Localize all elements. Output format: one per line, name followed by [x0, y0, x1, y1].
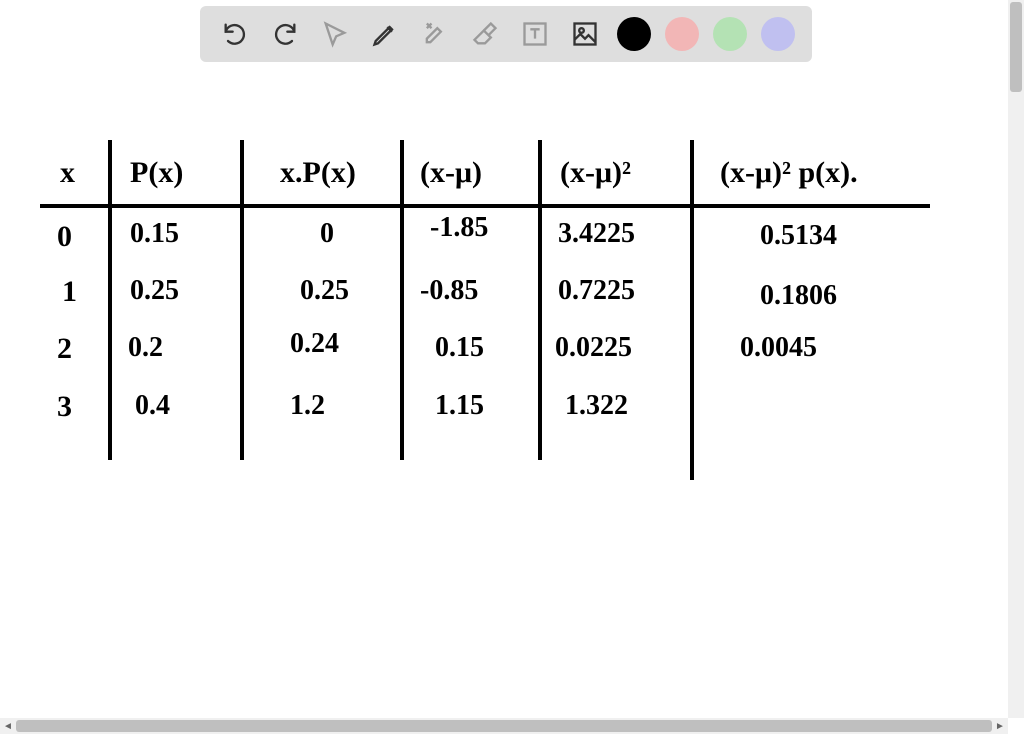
ink-canvas[interactable]: x P(x) x.P(x) (x-μ) (x-μ)² (x-μ)² p(x). … — [0, 70, 1008, 718]
scroll-left-arrow-icon[interactable]: ◄ — [0, 718, 16, 734]
cell-r0-xmu2px: 0.5134 — [760, 220, 837, 252]
col-header-x: x — [60, 156, 75, 190]
image-icon[interactable] — [567, 16, 603, 52]
cell-r0-x: 0 — [57, 220, 72, 254]
vertical-scroll-thumb[interactable] — [1010, 2, 1022, 92]
drawing-toolbar — [200, 6, 812, 62]
color-black[interactable] — [617, 17, 651, 51]
cell-r0-xpx: 0 — [320, 218, 334, 250]
col-header-px: P(x) — [130, 156, 183, 190]
cell-r2-xpx: 0.24 — [290, 328, 339, 360]
undo-icon[interactable] — [217, 16, 253, 52]
eraser-icon[interactable] — [467, 16, 503, 52]
col-header-xmu: (x-μ) — [420, 156, 482, 190]
cell-r3-xmu: 1.15 — [435, 390, 484, 422]
horizontal-scroll-thumb[interactable] — [16, 720, 992, 732]
cell-r3-x: 3 — [57, 390, 72, 424]
table-vrule-3 — [400, 140, 404, 460]
table-vrule-1 — [108, 140, 112, 460]
col-header-xmu2: (x-μ)² — [560, 156, 631, 190]
cell-r2-xmu2px: 0.0045 — [740, 332, 817, 364]
table-vrule-2 — [240, 140, 244, 460]
cell-r0-xmu: -1.85 — [430, 212, 488, 244]
pointer-icon[interactable] — [317, 16, 353, 52]
cell-r3-px: 0.4 — [135, 390, 170, 422]
table-vrule-5 — [690, 140, 694, 480]
cell-r1-xmu2px: 0.1806 — [760, 280, 837, 312]
table-hrule — [40, 204, 930, 208]
cell-r1-xmu2: 0.7225 — [558, 275, 635, 307]
col-header-xpx: x.P(x) — [280, 156, 356, 190]
col-header-xmu2px: (x-μ)² p(x). — [720, 156, 858, 190]
cell-r0-px: 0.15 — [130, 218, 179, 250]
cell-r1-x: 1 — [62, 275, 77, 309]
vertical-scrollbar[interactable] — [1008, 0, 1024, 718]
text-icon[interactable] — [517, 16, 553, 52]
cell-r1-xpx: 0.25 — [300, 275, 349, 307]
color-green[interactable] — [713, 17, 747, 51]
cell-r2-px: 0.2 — [128, 332, 163, 364]
cell-r2-x: 2 — [57, 332, 72, 366]
horizontal-scrollbar[interactable]: ◄ ► — [0, 718, 1008, 734]
cell-r3-xmu2: 1.322 — [565, 390, 628, 422]
redo-icon[interactable] — [267, 16, 303, 52]
cell-r0-xmu2: 3.4225 — [558, 218, 635, 250]
scroll-right-arrow-icon[interactable]: ► — [992, 718, 1008, 734]
pen-icon[interactable] — [367, 16, 403, 52]
tools-icon[interactable] — [417, 16, 453, 52]
cell-r1-px: 0.25 — [130, 275, 179, 307]
table-vrule-4 — [538, 140, 542, 460]
cell-r3-xpx: 1.2 — [290, 390, 325, 422]
cell-r1-xmu: -0.85 — [420, 275, 478, 307]
color-purple[interactable] — [761, 17, 795, 51]
cell-r2-xmu2: 0.0225 — [555, 332, 632, 364]
whiteboard-app: x P(x) x.P(x) (x-μ) (x-μ)² (x-μ)² p(x). … — [0, 0, 1024, 734]
cell-r2-xmu: 0.15 — [435, 332, 484, 364]
color-pink[interactable] — [665, 17, 699, 51]
